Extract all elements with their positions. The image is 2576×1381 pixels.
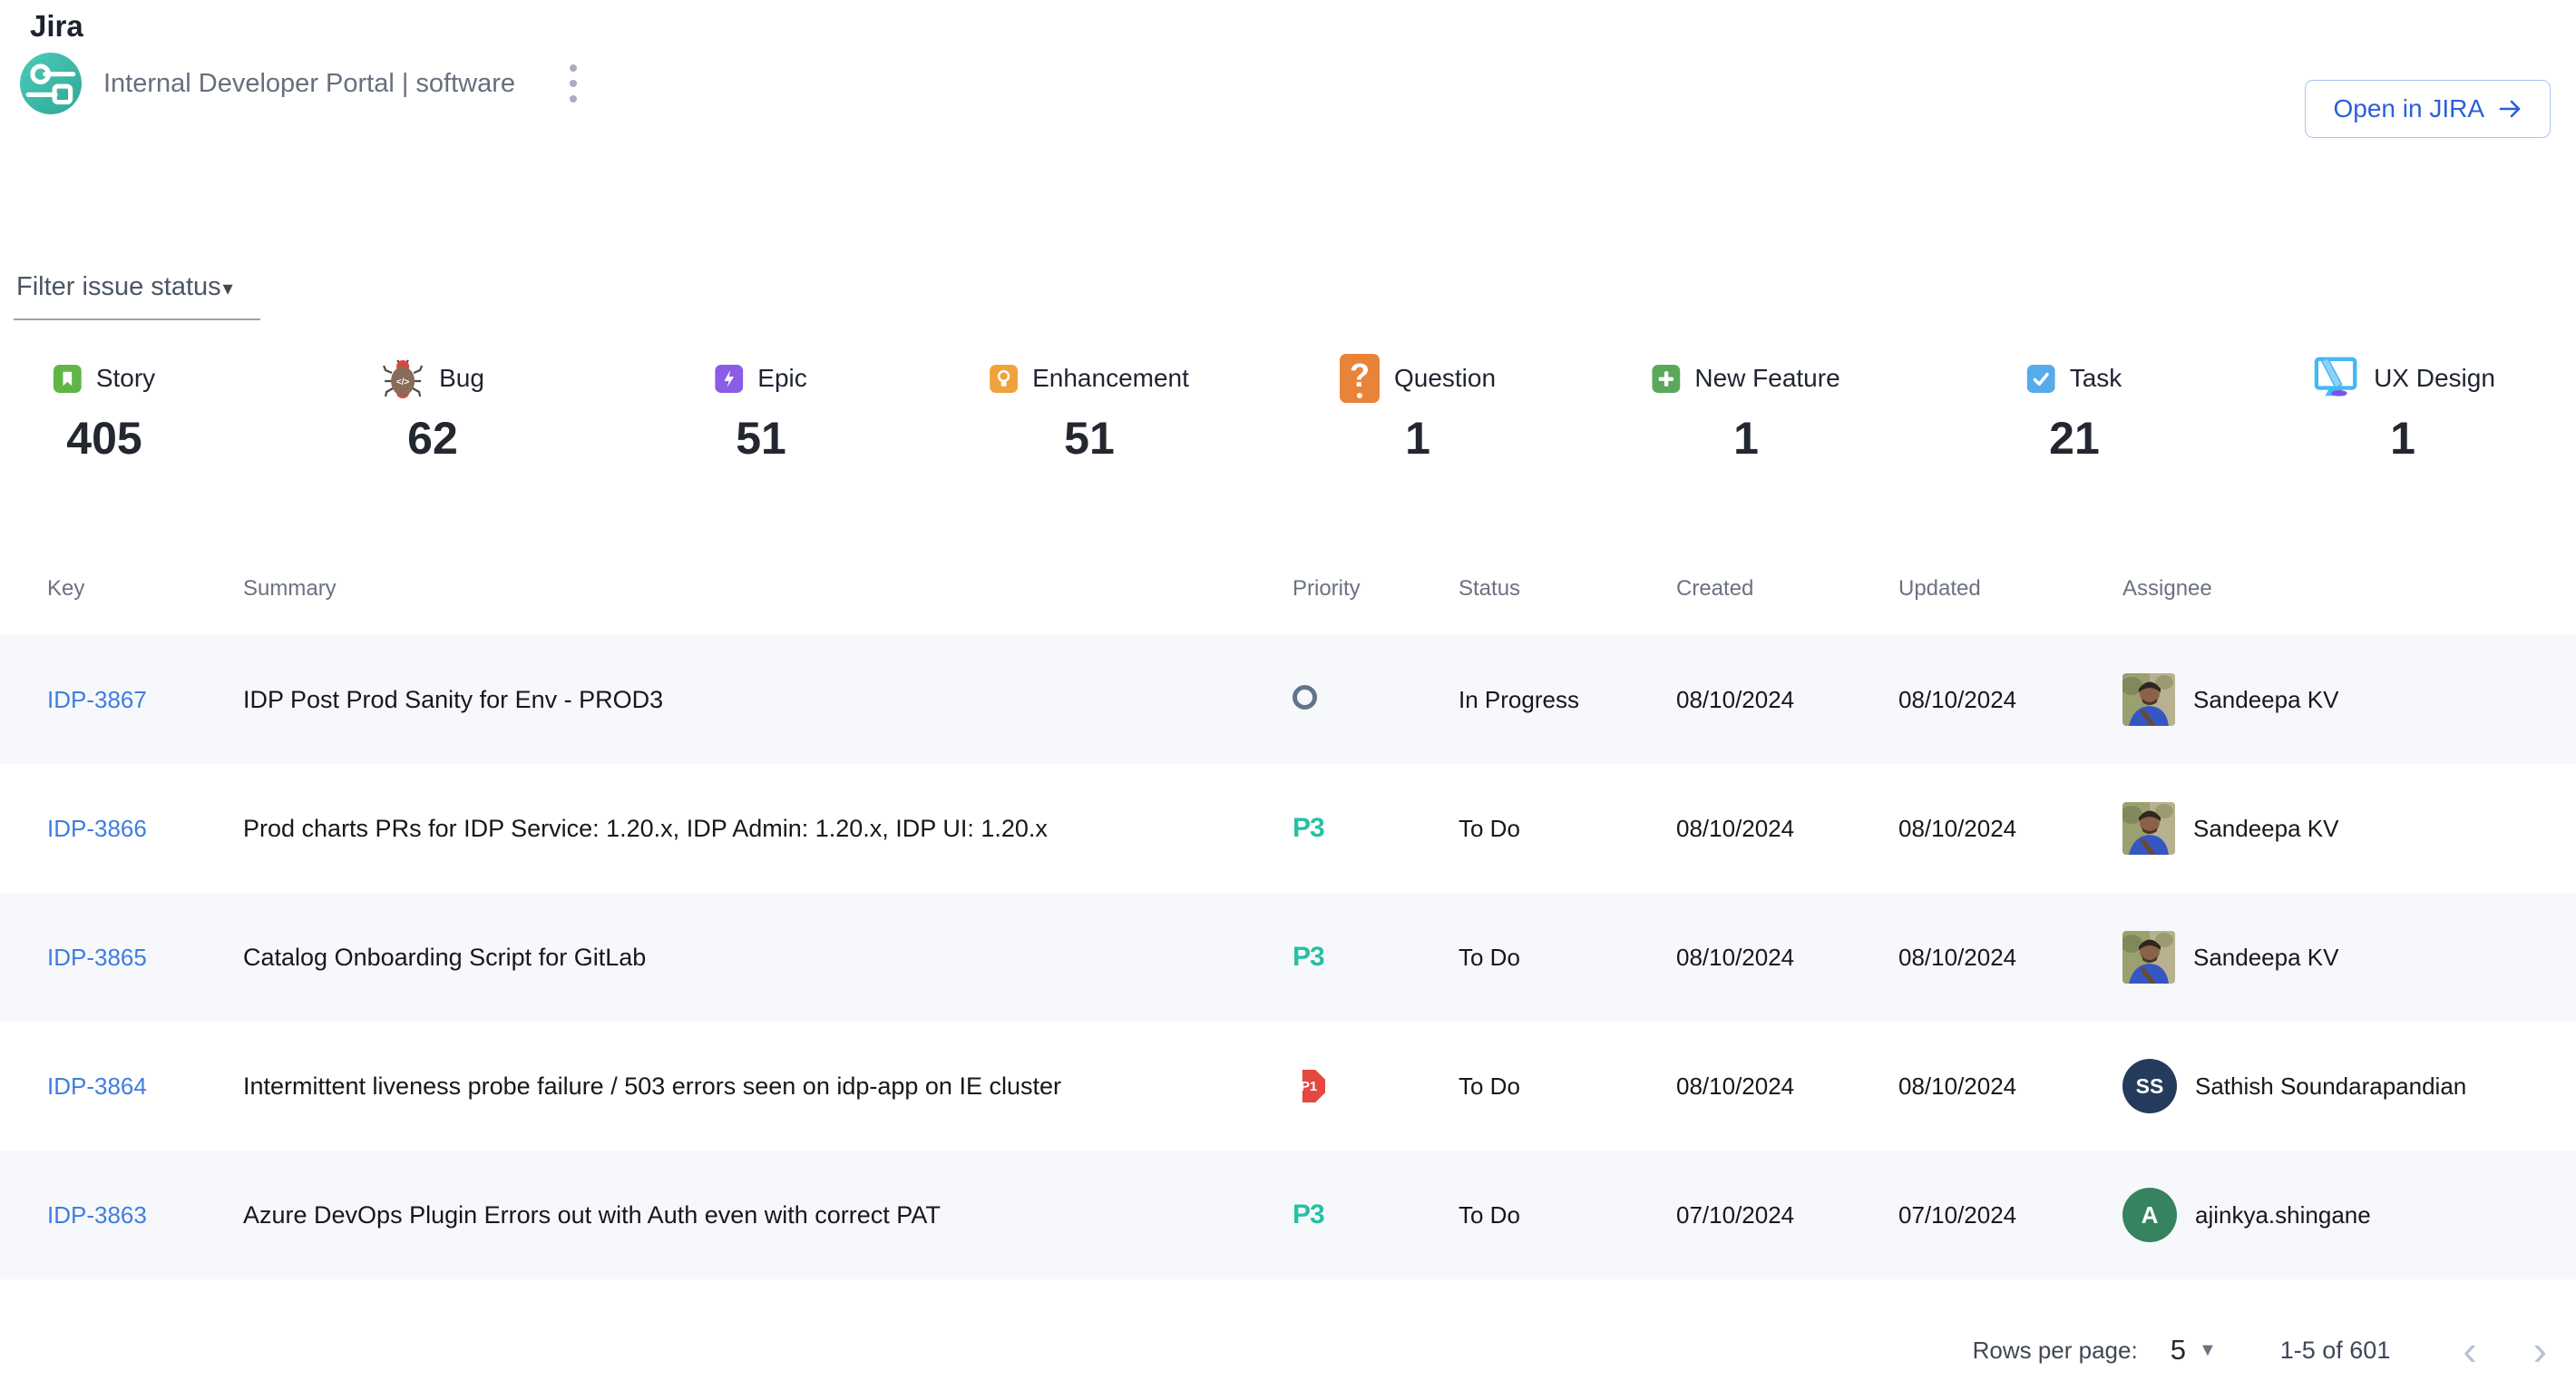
- table-row: IDP-3863 Azure DevOps Plugin Errors out …: [0, 1151, 2576, 1279]
- enhancement-icon: [990, 365, 1018, 393]
- table-row: IDP-3866 Prod charts PRs for IDP Service…: [0, 764, 2576, 893]
- open-in-jira-button[interactable]: Open in JIRA: [2305, 80, 2551, 138]
- issue-summary: Catalog Onboarding Script for GitLab: [243, 944, 1293, 972]
- stat-new-feature: New Feature 1: [1652, 352, 1839, 465]
- issue-created-date: 08/10/2024: [1676, 815, 1898, 843]
- stat-ux-design: UX Design 1: [2310, 352, 2495, 465]
- issue-summary: Prod charts PRs for IDP Service: 1.20.x,…: [243, 815, 1293, 843]
- issue-key-link[interactable]: IDP-3867: [47, 686, 147, 713]
- issue-updated-date: 08/10/2024: [1898, 815, 2122, 843]
- filter-issue-status-select[interactable]: Filter issue status▾: [14, 272, 260, 320]
- issue-updated-date: 08/10/2024: [1898, 686, 2122, 714]
- issue-status: To Do: [1459, 1072, 1676, 1101]
- stat-task: Task 21: [2027, 352, 2122, 465]
- issue-created-date: 07/10/2024: [1676, 1201, 1898, 1229]
- issue-created-date: 08/10/2024: [1676, 686, 1898, 714]
- stat-count: 1: [1405, 412, 1430, 465]
- stat-epic: Epic 51: [715, 352, 806, 465]
- issues-table-header: Key Summary Priority Status Created Upda…: [0, 544, 2576, 633]
- column-header-assignee: Assignee: [2122, 576, 2576, 602]
- svg-text:?: ?: [1350, 357, 1370, 394]
- issue-key-link[interactable]: IDP-3865: [47, 944, 147, 971]
- stat-question: ? Question 1: [1340, 352, 1496, 465]
- issue-updated-date: 08/10/2024: [1898, 1072, 2122, 1101]
- priority-p3-icon: P3: [1293, 813, 1324, 843]
- priority-p3-icon: P3: [1293, 942, 1324, 972]
- column-header-updated: Updated: [1898, 576, 2122, 602]
- stat-count: 1: [2390, 412, 2415, 465]
- issue-summary: Azure DevOps Plugin Errors out with Auth…: [243, 1201, 1293, 1229]
- svg-text:</>: </>: [396, 377, 410, 387]
- bug-icon: </>: [381, 357, 424, 400]
- issue-key-link[interactable]: IDP-3866: [47, 815, 147, 842]
- pagination-range: 1-5 of 601: [2280, 1337, 2391, 1365]
- next-page-button[interactable]: ›: [2533, 1329, 2547, 1371]
- story-icon: [54, 365, 82, 393]
- issue-key-link[interactable]: IDP-3863: [47, 1201, 147, 1229]
- assignee-name: Sandeepa KV: [2193, 686, 2338, 714]
- project-header: Internal Developer Portal | software: [20, 53, 582, 114]
- issue-status: To Do: [1459, 1201, 1676, 1229]
- arrow-right-icon: [2499, 99, 2522, 119]
- column-header-summary: Summary: [243, 576, 1293, 602]
- assignee-avatar: [2122, 931, 2175, 984]
- priority-p1-icon: P1: [1293, 1070, 1325, 1102]
- rows-per-page-label: Rows per page:: [1973, 1337, 2138, 1365]
- task-icon: [2027, 365, 2055, 393]
- chevron-down-icon: ▾: [223, 277, 233, 299]
- issue-status: To Do: [1459, 815, 1676, 843]
- column-header-status: Status: [1459, 576, 1676, 602]
- assignee-avatar: [2122, 673, 2175, 726]
- issue-status: In Progress: [1459, 686, 1676, 714]
- column-header-created: Created: [1676, 576, 1898, 602]
- epic-icon: [715, 365, 743, 393]
- issue-type-stats: Story 405 </> Bug 62: [0, 352, 2576, 479]
- stat-count: 51: [1064, 412, 1115, 465]
- jira-plugin-page: Jira Internal Developer Portal | softwar…: [0, 0, 2576, 1381]
- page-title: Jira: [30, 9, 83, 44]
- table-row: IDP-3864 Intermittent liveness probe fai…: [0, 1022, 2576, 1151]
- issue-summary: Intermittent liveness probe failure / 50…: [243, 1072, 1293, 1101]
- issue-summary: IDP Post Prod Sanity for Env - PROD3: [243, 686, 1293, 714]
- issue-key-link[interactable]: IDP-3864: [47, 1072, 147, 1100]
- priority-none-icon: [1293, 685, 1317, 710]
- issues-table: IDP-3867 IDP Post Prod Sanity for Env - …: [0, 635, 2576, 1279]
- stat-count: 1: [1733, 412, 1759, 465]
- table-row: IDP-3867 IDP Post Prod Sanity for Env - …: [0, 635, 2576, 764]
- assignee-name: Sandeepa KV: [2193, 815, 2338, 843]
- project-logo-icon: [20, 53, 82, 114]
- stat-count: 62: [407, 412, 458, 465]
- issue-updated-date: 08/10/2024: [1898, 944, 2122, 972]
- issue-created-date: 08/10/2024: [1676, 944, 1898, 972]
- project-title: Internal Developer Portal | software: [103, 69, 515, 99]
- column-header-priority: Priority: [1293, 576, 1459, 602]
- question-icon: ?: [1340, 354, 1380, 403]
- stat-count: 51: [736, 412, 786, 465]
- column-header-key: Key: [47, 576, 243, 602]
- issue-updated-date: 07/10/2024: [1898, 1201, 2122, 1229]
- issue-status: To Do: [1459, 944, 1676, 972]
- stat-enhancement: Enhancement 51: [990, 352, 1189, 465]
- assignee-avatar: SS: [2122, 1059, 2177, 1113]
- new-feature-icon: [1652, 365, 1680, 393]
- assignee-avatar: [2122, 802, 2175, 855]
- priority-p3-icon: P3: [1293, 1200, 1324, 1229]
- rows-per-page-select[interactable]: 5 ▼: [2171, 1334, 2217, 1366]
- pagination-bar: Rows per page: 5 ▼ 1-5 of 601 ‹ ›: [1973, 1323, 2547, 1377]
- table-row: IDP-3865 Catalog Onboarding Script for G…: [0, 893, 2576, 1022]
- stat-story: Story 405: [54, 352, 155, 465]
- more-options-menu-icon[interactable]: [564, 59, 582, 108]
- stat-bug: </> Bug 62: [381, 352, 484, 465]
- assignee-name: ajinkya.shingane: [2195, 1201, 2371, 1229]
- previous-page-button[interactable]: ‹: [2463, 1329, 2476, 1371]
- ux-design-icon: [2310, 355, 2359, 402]
- assignee-name: Sandeepa KV: [2193, 944, 2338, 972]
- issue-created-date: 08/10/2024: [1676, 1072, 1898, 1101]
- assignee-name: Sathish Soundarapandian: [2195, 1072, 2466, 1101]
- assignee-avatar: A: [2122, 1188, 2177, 1242]
- stat-count: 21: [2049, 412, 2100, 465]
- stat-count: 405: [66, 412, 141, 465]
- chevron-down-icon: ▼: [2199, 1340, 2217, 1361]
